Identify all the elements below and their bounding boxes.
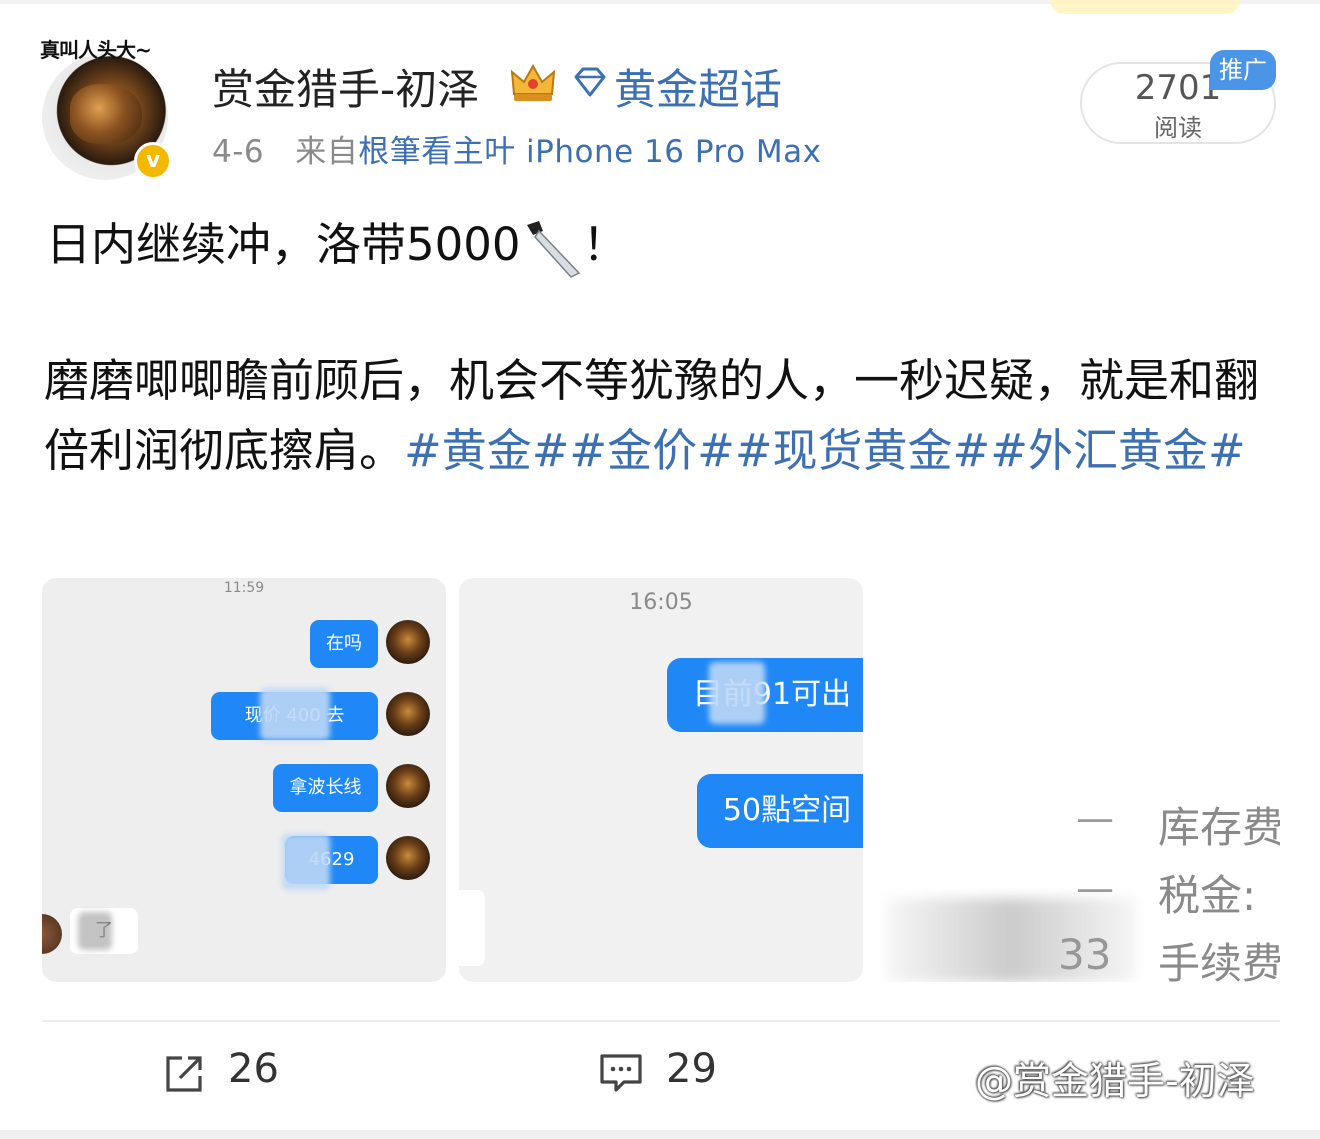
watermark: @赏金猎手-初泽	[975, 1059, 1255, 1103]
chat-reply-bubble	[459, 890, 485, 966]
avatar-caption: 真叫人头大~	[40, 38, 152, 62]
post-image-2[interactable]: 16:05 目前91可出 50點空间	[459, 578, 863, 982]
promo-badge: 推广	[1210, 50, 1276, 90]
source-device[interactable]: 根筆看主叶 iPhone 16 Pro Max	[358, 134, 821, 170]
redaction-blur	[78, 912, 112, 950]
chat-bubble: 拿波长线	[273, 764, 378, 812]
chat-avatar	[42, 914, 62, 954]
fee-row: 税金:	[1158, 871, 1257, 920]
knife-icon	[526, 221, 580, 278]
diamond-icon	[574, 67, 606, 97]
source-prefix: 来自	[295, 134, 359, 170]
chat-bubble: 在吗	[310, 620, 378, 668]
chat-time: 16:05	[629, 590, 693, 615]
chat-avatar	[386, 764, 430, 808]
headline-end: ！	[582, 218, 628, 271]
post-image-1[interactable]: 11:59 在吗 现价 400 去 拿波长线 4629 了	[42, 578, 446, 982]
username[interactable]: 赏金猎手-初泽	[212, 56, 479, 117]
chat-bubble: 50點空间	[697, 774, 863, 848]
topic-tag-link[interactable]: 黄金超话	[614, 56, 782, 117]
decorative-glare	[1050, 0, 1240, 14]
redaction-blur	[886, 898, 1136, 982]
chat-avatar	[386, 692, 430, 736]
comment-icon[interactable]	[598, 1050, 644, 1096]
redaction-blur	[282, 834, 330, 890]
redaction-blur	[709, 662, 765, 724]
post-date: 4-6	[212, 134, 265, 170]
chat-avatar	[386, 836, 430, 880]
fee-row: 手续费	[1158, 939, 1280, 982]
read-label: 阅读	[1154, 114, 1202, 142]
post-image-3[interactable]: — 库存费 — 税金: 33 手续费	[876, 578, 1280, 982]
post-body: 磨磨唧唧瞻前顾后，机会不等犹豫的人，一秒迟疑，就是和翻倍利润彻底擦肩。#黄金##…	[44, 346, 1264, 486]
action-divider	[42, 1020, 1280, 1022]
bottom-bar	[0, 1130, 1320, 1139]
post-headline: 日内继续冲，洛带5000 ！	[46, 208, 628, 279]
chat-avatar	[386, 620, 430, 664]
crown-icon	[510, 63, 556, 101]
post-meta: 4-6 来自根筆看主叶 iPhone 16 Pro Max	[212, 126, 821, 171]
bull-image	[70, 84, 142, 144]
chat-bubble: 目前91可出	[667, 658, 863, 732]
headline-text: 日内继续冲，洛带5000	[46, 218, 521, 271]
verified-badge-icon: v	[134, 142, 172, 180]
share-count: 26	[228, 1046, 279, 1092]
redaction-blur	[260, 688, 330, 740]
chat-time: 11:59	[223, 580, 265, 596]
hashtag-links[interactable]: #黄金##金价##现货黄金##外汇黄金#	[404, 424, 1246, 477]
share-icon[interactable]	[162, 1052, 206, 1096]
comment-count: 29	[666, 1046, 717, 1092]
fee-row: 库存费	[1158, 803, 1280, 852]
dash-icon: —	[1076, 796, 1114, 840]
